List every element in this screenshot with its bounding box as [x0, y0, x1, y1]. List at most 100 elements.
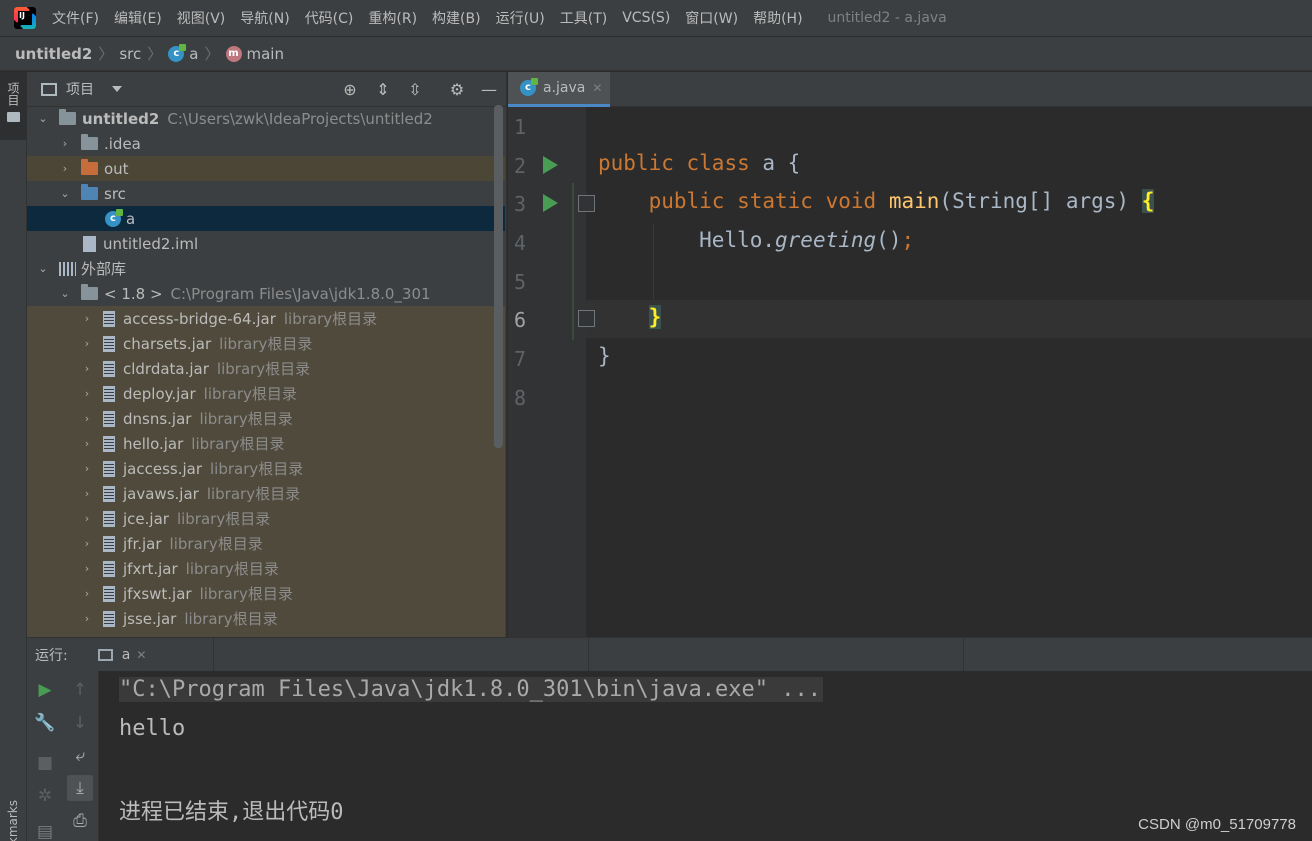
chevron-right-icon[interactable]: › — [81, 387, 93, 400]
vertical-scrollbar[interactable] — [494, 105, 503, 448]
jar-icon — [103, 435, 115, 452]
bookmarks-tab[interactable]: Bookmarks — [6, 800, 20, 841]
print-icon[interactable]: ⎙ — [69, 810, 91, 832]
menu-code[interactable]: 代码(C) — [305, 8, 354, 28]
menu-view[interactable]: 视图(V) — [177, 8, 226, 28]
breadcrumb-class[interactable]: ca — [168, 43, 198, 63]
menu-tools[interactable]: 工具(T) — [560, 8, 607, 28]
tab-label: a.java — [543, 80, 586, 96]
project-tool-window-tab[interactable]: 项目 — [0, 72, 27, 140]
breadcrumb-method[interactable]: m main — [225, 45, 284, 63]
breadcrumb-src[interactable]: src — [119, 45, 141, 63]
tree-item-jar[interactable]: › charsets.jar library根目录 — [27, 331, 505, 356]
expand-all-icon[interactable]: ⇕ — [373, 80, 393, 100]
menu-build[interactable]: 构建(B) — [432, 8, 481, 28]
run-tab-a[interactable]: a ✕ — [90, 638, 155, 672]
tree-item-jar[interactable]: › jfxswt.jar library根目录 — [27, 581, 505, 606]
tree-item-class-a[interactable]: c a — [27, 206, 505, 231]
line-number: 8 — [514, 386, 527, 410]
tab-a-java[interactable]: c a.java ✕ — [508, 72, 610, 107]
chevron-right-icon[interactable]: › — [59, 162, 71, 175]
fold-collapse-icon[interactable] — [578, 195, 595, 212]
tree-item-jar[interactable]: › jfxrt.jar library根目录 — [27, 556, 505, 581]
intellij-logo-icon[interactable]: IJ — [14, 7, 36, 29]
jar-icon — [103, 610, 115, 627]
debug-gear-icon[interactable]: ✲ — [34, 785, 56, 807]
chevron-right-icon[interactable]: › — [81, 612, 93, 625]
chevron-right-icon[interactable]: › — [81, 537, 93, 550]
tree-item-external-libraries[interactable]: ⌄ 外部库 — [27, 256, 505, 281]
tree-item-out[interactable]: › out — [27, 156, 505, 181]
project-panel-title[interactable]: 项目 — [66, 79, 94, 99]
chevron-right-icon[interactable]: › — [59, 137, 71, 150]
tree-item-jar[interactable]: › javaws.jar library根目录 — [27, 481, 505, 506]
project-panel: 项目 ⊕ ⇕ ⇳ ⚙ — ⌄ untitled2 C:\Users\zwk\Id… — [27, 72, 507, 637]
menu-refactor[interactable]: 重构(R) — [368, 8, 417, 28]
tree-item-src[interactable]: ⌄ src — [27, 181, 505, 206]
console-exit-line: 进程已结束,退出代码0 — [119, 800, 344, 825]
chevron-right-icon[interactable]: › — [81, 562, 93, 575]
chevron-right-icon[interactable]: › — [81, 512, 93, 525]
menu-vcs[interactable]: VCS(S) — [622, 10, 670, 26]
chevron-right-icon[interactable]: › — [81, 337, 93, 350]
tree-suffix: library根目录 — [219, 335, 313, 353]
locate-icon[interactable]: ⊕ — [340, 80, 360, 100]
tree-item-idea[interactable]: › .idea — [27, 131, 505, 156]
fold-end-icon[interactable] — [578, 310, 595, 327]
console-output[interactable]: "C:\Program Files\Java\jdk1.8.0_301\bin\… — [99, 671, 1312, 841]
arrow-up-icon[interactable]: ↑ — [69, 679, 91, 701]
breadcrumb-project[interactable]: untitled2 — [15, 45, 92, 63]
chevron-down-icon[interactable]: ⌄ — [59, 187, 71, 200]
console-command-line: "C:\Program Files\Java\jdk1.8.0_301\bin\… — [119, 677, 823, 702]
tree-item-jar[interactable]: › deploy.jar library根目录 — [27, 381, 505, 406]
chevron-right-icon[interactable]: › — [81, 487, 93, 500]
menu-window[interactable]: 窗口(W) — [685, 8, 738, 28]
chevron-down-icon[interactable]: ⌄ — [59, 287, 71, 300]
tree-item-jar[interactable]: › jce.jar library根目录 — [27, 506, 505, 531]
tree-item-jar[interactable]: › dnsns.jar library根目录 — [27, 406, 505, 431]
tree-item-jdk[interactable]: ⌄ < 1.8 > C:\Program Files\Java\jdk1.8.0… — [27, 281, 505, 306]
chevron-right-icon[interactable]: › — [81, 312, 93, 325]
close-icon[interactable]: ✕ — [592, 81, 602, 95]
chevron-right-icon[interactable]: › — [81, 462, 93, 475]
chevron-right-icon[interactable]: › — [81, 437, 93, 450]
tree-suffix: library根目录 — [199, 410, 293, 428]
chevron-down-icon[interactable] — [112, 86, 122, 92]
line-number: 7 — [514, 347, 527, 371]
menu-file[interactable]: 文件(F) — [52, 8, 99, 28]
code-editor[interactable]: 1 2 3 4 5 6 7 8 public class a { public … — [508, 107, 1312, 637]
rerun-icon[interactable]: ▶ — [34, 679, 56, 701]
collapse-all-icon[interactable]: ⇳ — [405, 80, 425, 100]
tree-item-jar[interactable]: › jsse.jar library根目录 — [27, 606, 505, 631]
tree-item-jar[interactable]: › cldrdata.jar library根目录 — [27, 356, 505, 381]
close-icon[interactable]: ✕ — [136, 648, 146, 662]
tree-root-untitled2[interactable]: ⌄ untitled2 C:\Users\zwk\IdeaProjects\un… — [27, 106, 505, 131]
tree-item-jar[interactable]: › jaccess.jar library根目录 — [27, 456, 505, 481]
menu-navigate[interactable]: 导航(N) — [240, 8, 289, 28]
tree-item-jar[interactable]: › access-bridge-64.jar library根目录 — [27, 306, 505, 331]
layout-icon[interactable]: ▤ — [34, 821, 56, 841]
scroll-to-end-icon[interactable]: ⤓ — [67, 775, 93, 801]
tree-item-iml[interactable]: untitled2.iml — [27, 231, 505, 256]
folder-icon — [7, 112, 20, 122]
chevron-down-icon[interactable]: ⌄ — [37, 262, 49, 275]
soft-wrap-icon[interactable]: ⤶ — [69, 745, 91, 767]
menu-edit[interactable]: 编辑(E) — [114, 8, 162, 28]
gear-icon[interactable]: ⚙ — [447, 80, 467, 100]
menu-run[interactable]: 运行(U) — [496, 8, 545, 28]
jdk-folder-icon — [81, 284, 98, 300]
chevron-right-icon[interactable]: › — [81, 587, 93, 600]
menu-help[interactable]: 帮助(H) — [753, 8, 802, 28]
wrench-icon[interactable]: 🔧 — [34, 712, 56, 734]
chevron-right-icon[interactable]: › — [81, 362, 93, 375]
run-main-icon[interactable] — [543, 194, 558, 212]
minimize-icon[interactable]: — — [479, 80, 499, 100]
arrow-down-icon[interactable]: ↓ — [69, 712, 91, 734]
tree-item-jar[interactable]: › hello.jar library根目录 — [27, 431, 505, 456]
tree-item-jar[interactable]: › jfr.jar library根目录 — [27, 531, 505, 556]
stop-icon[interactable]: ■ — [34, 752, 56, 774]
chevron-right-icon[interactable]: › — [81, 412, 93, 425]
run-class-icon[interactable] — [543, 156, 558, 174]
chevron-down-icon[interactable]: ⌄ — [37, 112, 49, 125]
project-panel-header: 项目 ⊕ ⇕ ⇳ ⚙ — — [27, 72, 506, 107]
